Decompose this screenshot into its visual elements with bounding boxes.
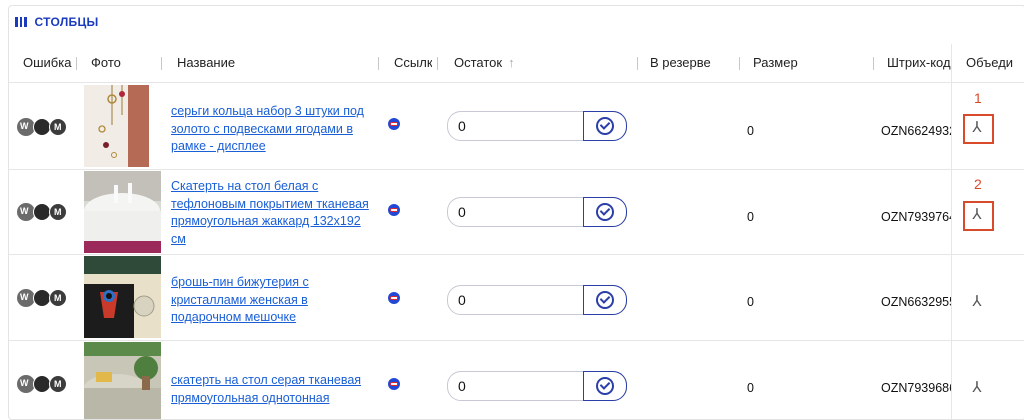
barcode-value: OZN6632955 — [881, 295, 951, 309]
product-name-link[interactable]: брошь-пин бижутерия с кристаллами женска… — [171, 274, 376, 327]
stock-input[interactable]: 0 — [458, 204, 466, 220]
col-divider[interactable] — [873, 57, 874, 70]
columns-toggle[interactable]: СТОЛБЦЫ — [15, 15, 99, 29]
marketplace-badges: W M — [17, 203, 69, 221]
check-circle-icon — [596, 117, 614, 135]
merge-icon[interactable]: ⅄ — [970, 380, 984, 395]
size-value: 0 — [747, 381, 754, 395]
m-logo-icon: M — [49, 289, 67, 307]
confirm-stock-button[interactable] — [583, 371, 627, 401]
size-value: 0 — [747, 210, 754, 224]
col-size[interactable]: Размер — [753, 44, 798, 82]
barcode-value: OZN7939764 — [881, 210, 951, 224]
columns-label: СТОЛБЦЫ — [34, 15, 99, 29]
stock-input[interactable]: 0 — [458, 118, 466, 134]
stock-field[interactable]: 0 — [447, 197, 627, 227]
annotation-number: 2 — [974, 176, 982, 192]
table-row: W M брошь-пин бижутерия с кристаллами же… — [9, 254, 1024, 341]
confirm-stock-button[interactable] — [583, 285, 627, 315]
col-stock-label: Остаток — [454, 55, 503, 70]
col-error[interactable]: Ошибка — [23, 44, 73, 82]
ozon-link-icon[interactable] — [388, 204, 400, 216]
m-logo-icon: M — [49, 375, 67, 393]
stock-field[interactable]: 0 — [447, 111, 627, 141]
product-name-link[interactable]: серьги кольца набор 3 штуки под золото с… — [171, 103, 376, 156]
annotation-number: 1 — [974, 90, 982, 106]
col-barcode[interactable]: Штрих-код — [887, 44, 951, 82]
col-divider[interactable] — [378, 57, 379, 70]
stock-field[interactable]: 0 — [447, 371, 627, 401]
product-photo[interactable] — [84, 256, 161, 338]
stock-input[interactable]: 0 — [458, 378, 466, 394]
col-divider[interactable] — [739, 57, 740, 70]
check-circle-icon — [596, 203, 614, 221]
product-photo[interactable] — [84, 85, 149, 167]
ozon-link-icon[interactable] — [388, 118, 400, 130]
stock-field[interactable]: 0 — [447, 285, 627, 315]
col-photo[interactable]: Фото — [91, 44, 121, 82]
check-circle-icon — [596, 377, 614, 395]
ozon-link-icon[interactable] — [388, 378, 400, 390]
stock-input[interactable]: 0 — [458, 292, 466, 308]
col-link[interactable]: Ссылк — [394, 44, 432, 82]
merge-icon[interactable]: ⅄ — [970, 294, 984, 309]
col-merge[interactable]: Объеди — [966, 44, 1016, 82]
m-logo-icon: M — [49, 118, 67, 136]
table-row: W M серьги кольца набор 3 штуки под золо… — [9, 83, 1024, 170]
col-divider[interactable] — [76, 57, 77, 70]
col-name[interactable]: Название — [177, 44, 235, 82]
product-name-link[interactable]: Скатерть на стол белая с тефлоновым покр… — [171, 178, 376, 248]
columns-icon — [15, 17, 27, 27]
table-row: W M Скатерть на стол белая с тефлоновым … — [9, 169, 1024, 255]
confirm-stock-button[interactable] — [583, 197, 627, 227]
barcode-value: OZN7939686 — [881, 381, 951, 395]
table-row: W M скатерть на стол серая тканевая прям… — [9, 340, 1024, 419]
size-value: 0 — [747, 295, 754, 309]
col-divider[interactable] — [161, 57, 162, 70]
ozon-link-icon[interactable] — [388, 292, 400, 304]
check-circle-icon — [596, 291, 614, 309]
marketplace-badges: W M — [17, 118, 69, 136]
products-table: СТОЛБЦЫ Ошибка Фото Название Ссылк Остат… — [8, 5, 1024, 420]
col-divider[interactable] — [437, 57, 438, 70]
sort-arrow-icon[interactable]: ↑ — [508, 55, 515, 70]
product-photo[interactable] — [84, 171, 161, 253]
product-photo[interactable] — [84, 342, 161, 419]
merge-icon[interactable]: ⅄ — [970, 120, 984, 135]
size-value: 0 — [747, 124, 754, 138]
table-header: Ошибка Фото Название Ссылк Остаток ↑ В ре… — [9, 44, 1024, 83]
m-logo-icon: M — [49, 203, 67, 221]
marketplace-badges: W M — [17, 289, 69, 307]
confirm-stock-button[interactable] — [583, 111, 627, 141]
col-stock[interactable]: Остаток ↑ — [454, 44, 515, 82]
barcode-value: OZN6624932 — [881, 124, 951, 138]
merge-icon[interactable]: ⅄ — [970, 207, 984, 222]
marketplace-badges: W M — [17, 375, 69, 393]
col-reserve[interactable]: В резерве — [650, 44, 711, 82]
col-divider[interactable] — [637, 57, 638, 70]
product-name-link[interactable]: скатерть на стол серая тканевая прямоуго… — [171, 372, 376, 407]
